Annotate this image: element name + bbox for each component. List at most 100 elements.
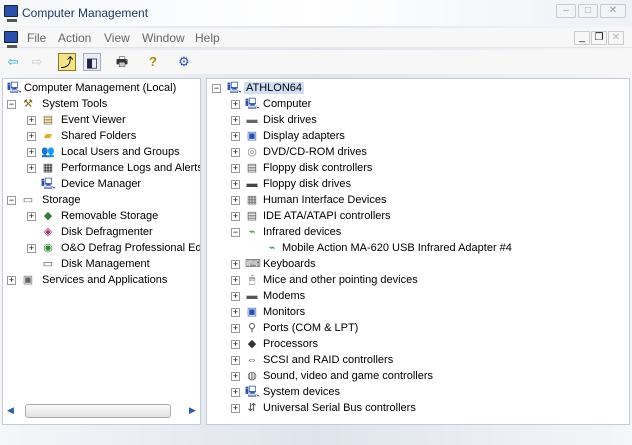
- tree-item[interactable]: + ⇔ SCSI and RAID controllers: [207, 353, 629, 369]
- expand-icon[interactable]: +: [231, 164, 240, 173]
- tree-item[interactable]: + ▦ Performance Logs and Alerts: [3, 161, 200, 177]
- tree-item[interactable]: + ▰ Shared Folders: [3, 129, 200, 145]
- expand-icon[interactable]: +: [231, 276, 240, 285]
- mdi-minimize-button[interactable]: _: [574, 31, 590, 45]
- menu-action[interactable]: Action: [58, 31, 91, 45]
- expand-icon[interactable]: +: [231, 100, 240, 109]
- tree-item[interactable]: + ▦ Human Interface Devices: [207, 193, 629, 209]
- tree-item[interactable]: + 🖳 System devices: [207, 385, 629, 401]
- expand-icon[interactable]: +: [231, 116, 240, 125]
- help-icon[interactable]: ?: [144, 53, 162, 71]
- scroll-right-icon[interactable]: ▶: [189, 405, 196, 416]
- tree-item[interactable]: + ▤ Floppy disk controllers: [207, 161, 629, 177]
- tree-item[interactable]: − ⌁ Infrared devices: [207, 225, 629, 241]
- tree-item[interactable]: + ▣ Monitors: [207, 305, 629, 321]
- expand-icon[interactable]: +: [231, 148, 240, 157]
- expand-icon[interactable]: +: [27, 164, 36, 173]
- collapse-icon[interactable]: −: [231, 228, 240, 237]
- tree-item[interactable]: + ▣ Services and Applications: [3, 273, 200, 289]
- expand-icon[interactable]: +: [231, 340, 240, 349]
- tree-item-label: Shared Folders: [61, 130, 137, 142]
- tree-item[interactable]: + ◆ Processors: [207, 337, 629, 353]
- tree-item[interactable]: + ▬ Disk drives: [207, 113, 629, 129]
- menu-window[interactable]: Window: [142, 31, 185, 45]
- tree-item-label: Mobile Action MA-620 USB Infrared Adapte…: [282, 242, 512, 254]
- expand-icon[interactable]: +: [7, 276, 16, 285]
- expand-icon[interactable]: +: [231, 372, 240, 381]
- ide-icon: ▤: [246, 210, 258, 222]
- expand-icon[interactable]: +: [27, 244, 36, 253]
- expand-icon[interactable]: +: [231, 404, 240, 413]
- tree-item[interactable]: + ▬ Modems: [207, 289, 629, 305]
- removable-storage-icon: ◆: [43, 210, 53, 222]
- mdi-restore-button[interactable]: ❐: [591, 31, 607, 45]
- hid-icon: ▦: [246, 194, 258, 206]
- expand-icon[interactable]: +: [231, 196, 240, 205]
- expand-icon[interactable]: +: [27, 132, 36, 141]
- device-tree-pane[interactable]: − 🖳 ATHLON64 + 🖳 Computer + ▬ Disk drives + ▣ Displ…: [206, 78, 630, 425]
- scroll-thumb[interactable]: [25, 404, 171, 418]
- tree-item-label: Performance Logs and Alerts: [61, 162, 201, 174]
- print-icon[interactable]: 🖶: [113, 53, 131, 71]
- expand-icon[interactable]: +: [27, 148, 36, 157]
- mdi-app-icon[interactable]: [4, 31, 18, 48]
- properties-icon[interactable]: ⚙: [175, 53, 193, 71]
- expand-icon[interactable]: +: [231, 324, 240, 333]
- tree-item[interactable]: + ◍ Sound, video and game controllers: [207, 369, 629, 385]
- tree-item-label: Mice and other pointing devices: [263, 274, 418, 286]
- tree-item[interactable]: + ▬ Floppy disk drives: [207, 177, 629, 193]
- collapse-icon[interactable]: −: [7, 100, 16, 109]
- expand-icon[interactable]: +: [231, 292, 240, 301]
- back-icon[interactable]: ⇦: [4, 53, 22, 71]
- show-hide-tree-icon[interactable]: ◧: [83, 53, 101, 71]
- expand-icon[interactable]: +: [231, 356, 240, 365]
- tree-item[interactable]: − ⚒ System Tools: [3, 97, 200, 113]
- close-button[interactable]: ✕: [600, 4, 626, 18]
- expand-icon[interactable]: +: [231, 132, 240, 141]
- tree-item-label: ATHLON64: [244, 82, 305, 94]
- scroll-left-icon[interactable]: ◀: [7, 405, 14, 416]
- tree-item[interactable]: − 🖳 ATHLON64: [207, 81, 629, 97]
- tree-item-label: Display adapters: [263, 130, 345, 142]
- tree-item[interactable]: − ▭ Storage: [3, 193, 200, 209]
- forward-icon[interactable]: ⇨: [28, 53, 46, 71]
- console-tree-pane[interactable]: 🖳 Computer Management (Local) − ⚒ System Too…: [2, 78, 201, 425]
- tree-item[interactable]: + ◆ Removable Storage: [3, 209, 200, 225]
- expand-icon[interactable]: +: [231, 260, 240, 269]
- expand-icon[interactable]: +: [27, 116, 36, 125]
- tree-item[interactable]: ⌁ Mobile Action MA-620 USB Infrared Adapt…: [207, 241, 629, 257]
- tree-item[interactable]: + ⌨ Keyboards: [207, 257, 629, 273]
- mdi-close-button[interactable]: ✕: [608, 31, 624, 45]
- tree-item[interactable]: + ◉ O&O Defrag Professional Edi: [3, 241, 200, 257]
- tree-item[interactable]: + ⚲ Ports (COM & LPT): [207, 321, 629, 337]
- expand-icon[interactable]: +: [231, 388, 240, 397]
- tree-item[interactable]: ◈ Disk Defragmenter: [3, 225, 200, 241]
- tree-item[interactable]: + ⇵ Universal Serial Bus controllers: [207, 401, 629, 417]
- collapse-icon[interactable]: −: [212, 84, 221, 93]
- expand-icon[interactable]: +: [231, 180, 240, 189]
- tree-item[interactable]: ▭ Disk Management: [3, 257, 200, 273]
- tree-item[interactable]: + ▤ Event Viewer: [3, 113, 200, 129]
- menu-help[interactable]: Help: [195, 31, 220, 45]
- expand-icon[interactable]: +: [231, 212, 240, 221]
- tree-item[interactable]: + 🖳 Computer: [207, 97, 629, 113]
- modem-icon: ▬: [246, 290, 258, 302]
- minimize-button[interactable]: –: [556, 4, 576, 18]
- expand-icon[interactable]: +: [231, 308, 240, 317]
- menu-file[interactable]: File: [27, 31, 46, 45]
- menu-view[interactable]: View: [104, 31, 130, 45]
- up-folder-icon[interactable]: ⤴: [58, 53, 76, 71]
- expand-icon[interactable]: +: [27, 212, 36, 221]
- floppy-icon: ▬: [246, 178, 258, 190]
- collapse-icon[interactable]: −: [7, 196, 16, 205]
- tree-item[interactable]: + ▤ IDE ATA/ATAPI controllers: [207, 209, 629, 225]
- tree-item[interactable]: 🖳 Device Manager: [3, 177, 200, 193]
- horizontal-scrollbar[interactable]: ◀ ▶: [7, 404, 197, 418]
- tree-item[interactable]: + 👥 Local Users and Groups: [3, 145, 200, 161]
- cdrom-icon: ◎: [247, 146, 257, 158]
- tree-item[interactable]: + ▣ Display adapters: [207, 129, 629, 145]
- tree-item[interactable]: 🖳 Computer Management (Local): [3, 81, 200, 97]
- tree-item[interactable]: + 🖱 Mice and other pointing devices: [207, 273, 629, 289]
- maximize-button[interactable]: □: [578, 4, 598, 18]
- tree-item[interactable]: + ◎ DVD/CD-ROM drives: [207, 145, 629, 161]
